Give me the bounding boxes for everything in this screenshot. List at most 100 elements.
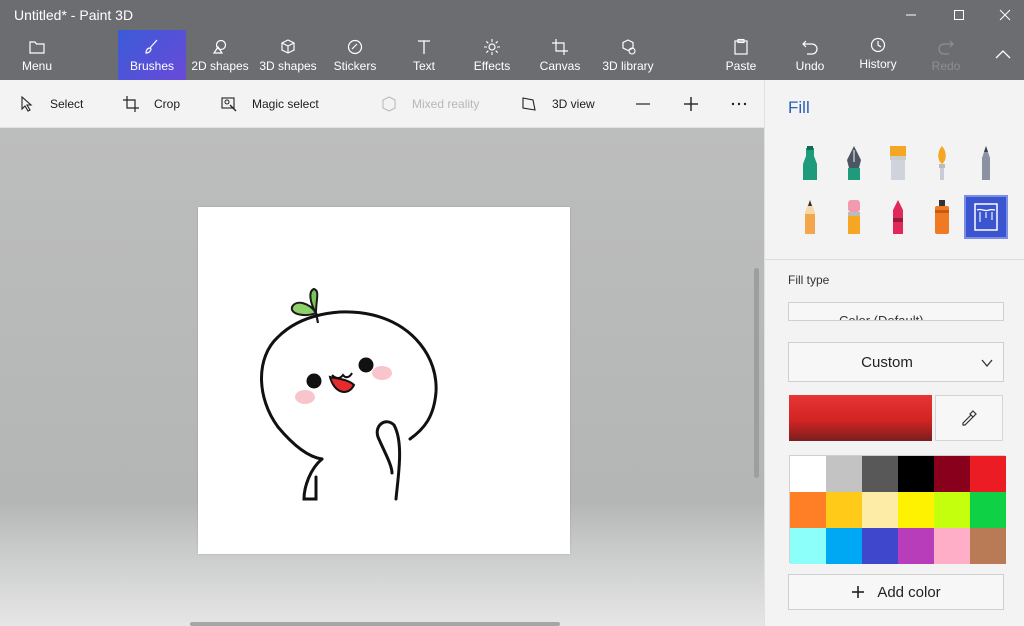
close-icon: [999, 9, 1011, 21]
pencil-icon: [805, 200, 815, 234]
palette-swatch[interactable]: [970, 492, 1006, 528]
watercolor-brush[interactable]: [922, 143, 962, 183]
oil-brush[interactable]: [878, 143, 918, 183]
fill-type-select[interactable]: Color (Default): [788, 302, 1004, 321]
chevron-up-icon: [995, 50, 1011, 59]
text-icon: [418, 40, 430, 54]
3d-library-icon: [622, 39, 636, 55]
ribbon-stickers-button[interactable]: Stickers: [330, 30, 380, 80]
collapse-ribbon-button[interactable]: [988, 30, 1018, 80]
palette-swatch[interactable]: [826, 528, 862, 564]
minus-icon: [636, 103, 650, 105]
palette-swatch[interactable]: [898, 528, 934, 564]
palette-swatch[interactable]: [790, 528, 826, 564]
close-button[interactable]: [982, 0, 1024, 30]
palette-swatch[interactable]: [826, 456, 862, 492]
maximize-button[interactable]: [936, 0, 982, 30]
mixed-reality-label: Mixed reality: [412, 97, 480, 111]
palette-swatch[interactable]: [934, 492, 970, 528]
horizontal-scrollbar[interactable]: [190, 622, 560, 626]
eraser-brush[interactable]: [834, 197, 874, 237]
palette-swatch[interactable]: [898, 456, 934, 492]
3d-view-icon: [522, 97, 536, 111]
calligraphy-pen-brush[interactable]: [834, 143, 874, 183]
ribbon-label: Undo: [795, 59, 825, 73]
ribbon-3d-shapes-button[interactable]: 3D shapes: [258, 30, 318, 80]
zoom-out-button[interactable]: [634, 92, 652, 116]
3d-view-button[interactable]: 3D view: [520, 92, 595, 116]
palette-swatch[interactable]: [862, 492, 898, 528]
ribbon-undo-button[interactable]: Undo: [792, 30, 828, 80]
palette-swatch[interactable]: [862, 456, 898, 492]
pencil-brush[interactable]: [790, 197, 830, 237]
crop-tool-button[interactable]: Crop: [122, 92, 180, 116]
ribbon-3d-library-button[interactable]: 3D library: [598, 30, 658, 80]
ribbon-label: Menu: [21, 59, 53, 73]
vertical-scrollbar[interactable]: [754, 268, 759, 478]
ribbon-label: Stickers: [333, 59, 377, 73]
ribbon-effects-button[interactable]: Effects: [470, 30, 514, 80]
ribbon-text-button[interactable]: Text: [406, 30, 442, 80]
pixel-pen-icon: [982, 146, 990, 180]
crayon-brush[interactable]: [878, 197, 918, 237]
ribbon-history-button[interactable]: History: [856, 30, 900, 80]
window-title: Untitled* - Paint 3D: [14, 7, 134, 23]
crop-icon: [123, 96, 139, 112]
spray-can-brush[interactable]: [922, 197, 962, 237]
minimize-icon: [906, 14, 916, 16]
canvas-crop-icon: [552, 39, 568, 55]
history-icon: [870, 37, 886, 53]
more-options-button[interactable]: [730, 92, 748, 116]
canvas-workspace[interactable]: [0, 128, 764, 626]
select-tool-button[interactable]: Select: [18, 92, 83, 116]
palette-swatch[interactable]: [898, 492, 934, 528]
palette-swatch[interactable]: [934, 528, 970, 564]
3d-cube-icon: [281, 39, 295, 54]
drawing-canvas[interactable]: [198, 207, 570, 554]
minimize-button[interactable]: [888, 0, 934, 30]
undo-icon: [802, 40, 818, 55]
ribbon-label: Effects: [473, 59, 511, 73]
ribbon-canvas-button[interactable]: Canvas: [538, 30, 582, 80]
add-color-button[interactable]: Add color: [788, 574, 1004, 610]
redo-icon: [938, 40, 954, 55]
current-color-swatch[interactable]: [789, 395, 932, 441]
plus-icon: [684, 97, 698, 111]
eyedropper-button[interactable]: [935, 395, 1003, 441]
maximize-icon: [954, 10, 964, 20]
zoom-in-button[interactable]: [682, 92, 700, 116]
panel-divider: [765, 259, 1024, 260]
ribbon-label: History: [859, 57, 897, 71]
ribbon-brushes-button[interactable]: Brushes: [118, 30, 186, 80]
palette-swatch[interactable]: [826, 492, 862, 528]
panel-title: Fill: [788, 98, 810, 117]
fill-bucket-brush[interactable]: [964, 195, 1008, 239]
ribbon: Menu Brushes 2D shapes 3D shapes Sticker…: [0, 30, 1024, 80]
sticker-icon: [347, 39, 363, 55]
palette-swatch[interactable]: [790, 456, 826, 492]
calligraphy-pen-icon: [847, 146, 861, 180]
ribbon-menu-button[interactable]: Menu: [14, 30, 60, 80]
magic-select-icon: [221, 97, 237, 112]
color-mode-dropdown[interactable]: Custom: [788, 342, 1004, 382]
oil-brush-icon: [890, 146, 906, 180]
effects-sun-icon: [484, 39, 500, 55]
palette-swatch[interactable]: [934, 456, 970, 492]
chevron-down-icon: [981, 359, 993, 368]
ribbon-paste-button[interactable]: Paste: [722, 30, 760, 80]
palette-swatch[interactable]: [790, 492, 826, 528]
ribbon-2d-shapes-button[interactable]: 2D shapes: [190, 30, 250, 80]
ribbon-redo-button[interactable]: Redo: [928, 30, 964, 80]
ribbon-label: Canvas: [539, 59, 581, 73]
palette-swatch[interactable]: [862, 528, 898, 564]
ribbon-label: 3D shapes: [259, 59, 317, 73]
3d-view-label: 3D view: [552, 97, 595, 111]
magic-select-button[interactable]: Magic select: [220, 92, 319, 116]
2d-shapes-icon: [212, 39, 227, 54]
tools-subbar: Select Crop Magic select Mixed reality 3…: [0, 80, 764, 128]
marker-brush[interactable]: [790, 143, 830, 183]
mixed-reality-button[interactable]: Mixed reality: [380, 92, 479, 116]
pixel-pen-brush[interactable]: [966, 143, 1006, 183]
palette-swatch[interactable]: [970, 528, 1006, 564]
palette-swatch[interactable]: [970, 456, 1006, 492]
